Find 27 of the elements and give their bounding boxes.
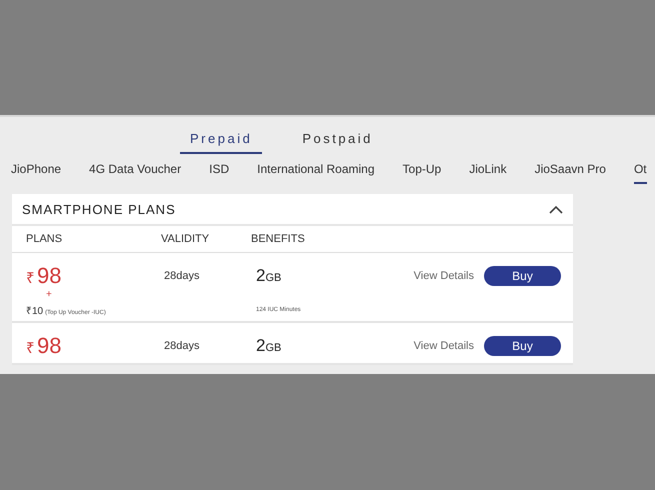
category-tab[interactable]: 4G Data Voucher: [89, 160, 182, 184]
data-benefit: 2GB: [256, 336, 282, 356]
plan-price: ₹98: [26, 333, 62, 358]
category-tab[interactable]: ISD: [209, 160, 230, 184]
category-tab[interactable]: JioPhone: [11, 160, 62, 184]
column-header: VALIDITY: [161, 233, 210, 245]
buy-button[interactable]: Buy: [484, 336, 561, 356]
plus-sign: +: [46, 289, 53, 300]
validity-text: 28days: [164, 270, 200, 282]
buy-button[interactable]: Buy: [484, 266, 561, 286]
data-benefit: 2GB: [256, 266, 282, 286]
category-tab[interactable]: JioLink: [469, 160, 507, 184]
chevron-up-icon[interactable]: [549, 204, 563, 214]
section-title: SMARTPHONE PLANS: [22, 202, 176, 216]
plan-type-tab[interactable]: Postpaid: [292, 131, 383, 154]
validity-text: 28days: [164, 340, 200, 352]
plan-price: ₹98: [26, 263, 62, 288]
category-tab[interactable]: JioSaavn Pro: [534, 160, 606, 184]
column-header: PLANS: [26, 233, 64, 245]
view-details-link[interactable]: View Details: [414, 340, 474, 352]
column-header: BENEFITS: [251, 233, 305, 245]
category-tab[interactable]: International Roaming: [257, 160, 375, 184]
category-tab[interactable]: Top-Up: [402, 160, 442, 184]
plan-type-tab[interactable]: Prepaid: [180, 131, 262, 154]
addon-price: ₹10: [26, 305, 44, 317]
view-details-link[interactable]: View Details: [414, 270, 474, 282]
category-tab[interactable]: Ot: [634, 160, 647, 184]
